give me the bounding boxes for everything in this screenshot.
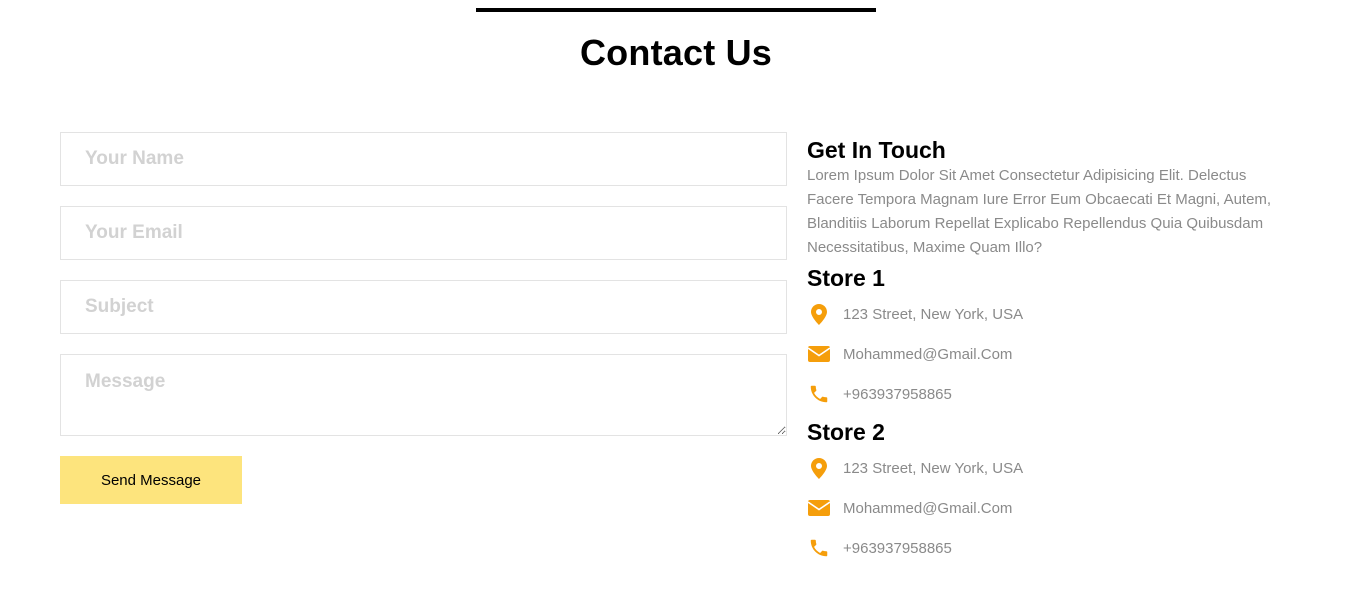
name-input[interactable] [60,132,787,186]
phone-icon [807,382,831,406]
map-pin-icon [807,456,831,480]
store-2-block: Store 2 123 Street, New York, USA Mohamm… [807,418,1307,568]
envelope-icon [807,496,831,520]
title-underline-bar [476,8,876,12]
store-1-email: Mohammed@Gmail.Com [843,345,1013,363]
envelope-icon [807,342,831,366]
map-pin-icon [807,302,831,326]
store-2-email: Mohammed@Gmail.Com [843,499,1013,517]
store-1-address: 123 Street, New York, USA [843,305,1024,323]
store-2-address-row: 123 Street, New York, USA [807,448,1307,488]
get-in-touch-heading: Get In Touch [807,137,946,163]
page-title: Contact Us [579,32,773,73]
send-message-button[interactable]: Send Message [60,456,242,504]
contact-form: Send Message [60,132,787,504]
store-1-block: Store 1 123 Street, New York, USA Mohamm… [807,264,1307,414]
email-input[interactable] [60,206,787,260]
store-1-phone: +963937958865 [843,385,952,403]
message-textarea[interactable] [60,354,787,436]
store-2-heading: Store 2 [807,419,885,445]
store-1-email-row: Mohammed@Gmail.Com [807,334,1307,374]
contact-info-panel: Get In Touch Lorem Ipsum Dolor Sit Amet … [807,136,1307,568]
store-2-phone: +963937958865 [843,539,952,557]
store-1-phone-row: +963937958865 [807,374,1307,414]
get-in-touch-description: Lorem Ipsum Dolor Sit Amet Consectetur A… [807,167,1272,256]
store-2-address: 123 Street, New York, USA [843,459,1024,477]
phone-icon [807,536,831,560]
store-2-phone-row: +963937958865 [807,528,1307,568]
subject-input[interactable] [60,280,787,334]
store-2-email-row: Mohammed@Gmail.Com [807,488,1307,528]
store-1-heading: Store 1 [807,265,885,291]
store-1-address-row: 123 Street, New York, USA [807,294,1307,334]
